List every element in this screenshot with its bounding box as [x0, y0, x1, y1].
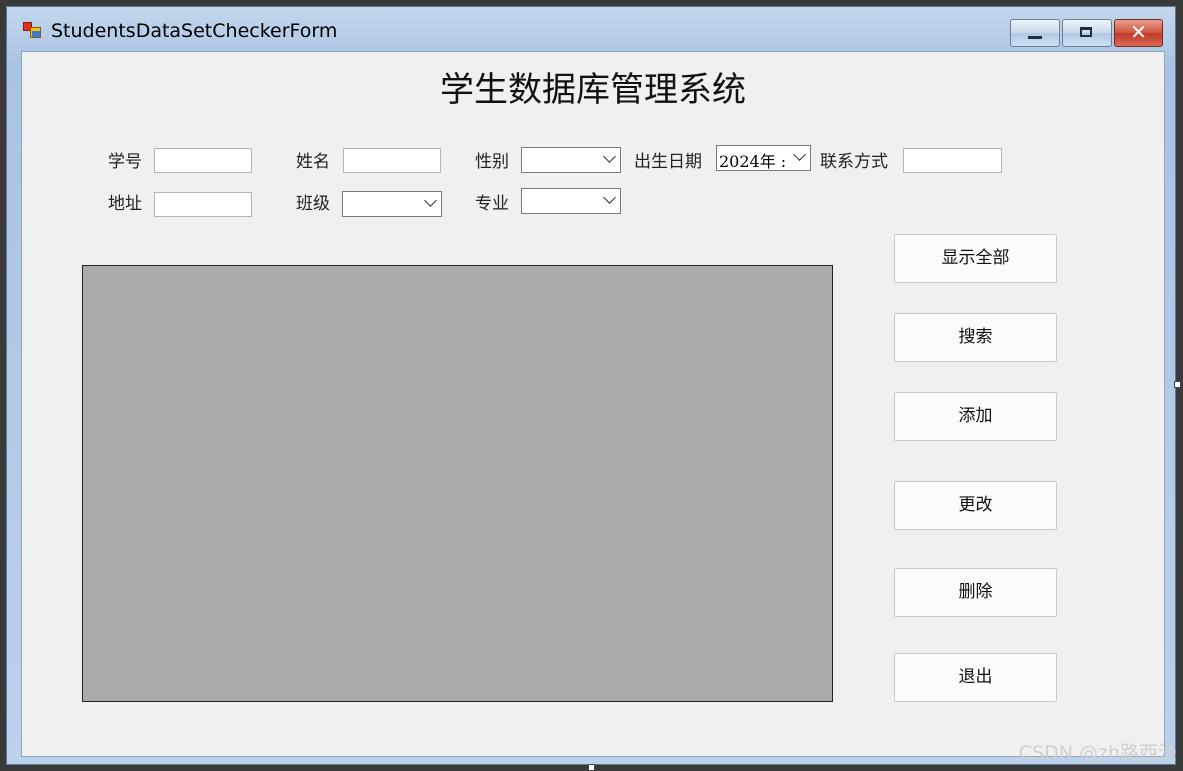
- data-grid-view[interactable]: [82, 265, 833, 702]
- maximize-icon: [1080, 27, 1092, 37]
- app-window: StudentsDataSetCheckerForm ✕ 学生数据库管理系统 学…: [6, 6, 1176, 765]
- modify-button[interactable]: 更改: [894, 481, 1057, 530]
- maximize-button[interactable]: [1062, 19, 1112, 47]
- name-field[interactable]: [343, 148, 441, 173]
- chevron-down-icon: [793, 148, 806, 161]
- show-all-button[interactable]: 显示全部: [894, 234, 1057, 283]
- birthdate-label: 出生日期: [634, 152, 702, 172]
- name-label: 姓名: [296, 152, 330, 172]
- delete-button[interactable]: 删除: [894, 568, 1057, 617]
- window-title: StudentsDataSetCheckerForm: [51, 20, 338, 42]
- address-label: 地址: [108, 194, 142, 214]
- contact-label: 联系方式: [820, 152, 888, 172]
- watermark: CSDN @zh路西法: [1018, 742, 1177, 764]
- contact-field[interactable]: [903, 148, 1002, 173]
- birthdate-picker[interactable]: 2024年 :: [716, 145, 811, 171]
- minimize-button[interactable]: [1010, 19, 1060, 47]
- close-icon: ✕: [1130, 20, 1147, 44]
- gender-label: 性别: [475, 152, 509, 172]
- address-field[interactable]: [154, 192, 252, 217]
- student-id-label: 学号: [108, 152, 142, 172]
- student-id-field[interactable]: [154, 148, 252, 173]
- minimize-icon: [1028, 36, 1042, 39]
- chevron-down-icon: [603, 191, 616, 204]
- app-icon: [23, 22, 41, 38]
- search-button[interactable]: 搜索: [894, 313, 1057, 362]
- page-title: 学生数据库管理系统: [440, 70, 746, 110]
- close-button[interactable]: ✕: [1114, 19, 1163, 47]
- title-bar[interactable]: StudentsDataSetCheckerForm ✕: [7, 7, 1175, 51]
- major-label: 专业: [475, 194, 509, 214]
- exit-button[interactable]: 退出: [894, 653, 1057, 702]
- resize-handle-right[interactable]: [1174, 381, 1181, 388]
- resize-handle-bottom[interactable]: [588, 764, 595, 771]
- gender-combobox[interactable]: [521, 147, 621, 173]
- chevron-down-icon: [603, 150, 616, 163]
- class-label: 班级: [296, 194, 330, 214]
- form-client-area: 学生数据库管理系统 学号 姓名 性别 出生日期 2024年 : 联系方式 地址 …: [21, 51, 1165, 757]
- birthdate-value: 2024年 :: [719, 152, 787, 171]
- add-button[interactable]: 添加: [894, 392, 1057, 441]
- major-combobox[interactable]: [521, 188, 621, 214]
- chevron-down-icon: [424, 194, 437, 207]
- class-combobox[interactable]: [342, 191, 442, 217]
